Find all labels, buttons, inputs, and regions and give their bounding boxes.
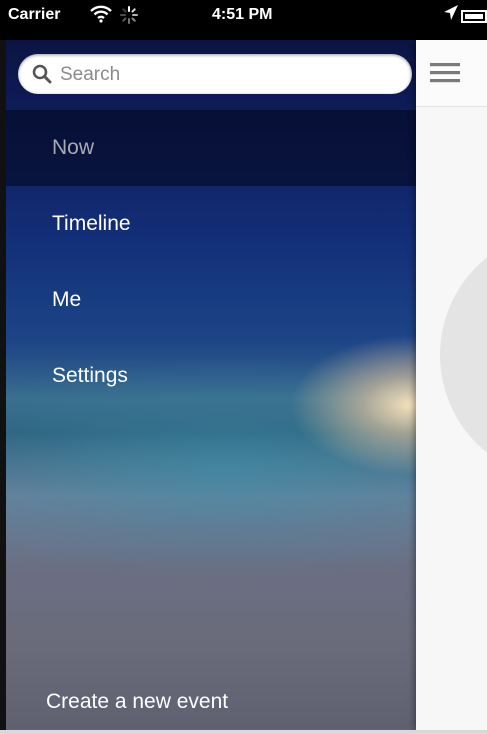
nav-bar	[416, 40, 487, 107]
hamburger-icon[interactable]	[430, 62, 460, 89]
menu-item-label: Timeline	[52, 212, 131, 235]
battery-icon	[461, 10, 487, 23]
activity-spinner-icon	[120, 6, 138, 29]
frame-bottom-edge	[0, 730, 487, 734]
menu-drawer: Now Timeline Me Settings Create a new ev…	[6, 40, 416, 730]
status-bar: Carrier 4:51 PM	[0, 0, 487, 40]
menu-item-label: Now	[52, 136, 95, 159]
search-input[interactable]	[58, 58, 402, 92]
menu-item-me[interactable]: Me	[6, 262, 416, 338]
create-event-button[interactable]: Create a new event	[46, 690, 228, 714]
main-content	[416, 40, 487, 730]
menu-item-settings[interactable]: Settings	[6, 338, 416, 414]
wifi-icon	[90, 4, 112, 29]
menu-item-timeline[interactable]: Timeline	[6, 186, 416, 262]
menu-item-label: Settings	[52, 364, 128, 387]
carrier-label: Carrier	[8, 6, 61, 23]
search-bar[interactable]	[18, 54, 412, 94]
menu-item-label: Me	[52, 288, 82, 311]
search-icon	[32, 64, 52, 89]
avatar-placeholder	[440, 230, 487, 480]
location-arrow-icon	[443, 4, 459, 27]
menu-item-now[interactable]: Now	[6, 110, 416, 186]
status-time: 4:51 PM	[212, 6, 273, 23]
